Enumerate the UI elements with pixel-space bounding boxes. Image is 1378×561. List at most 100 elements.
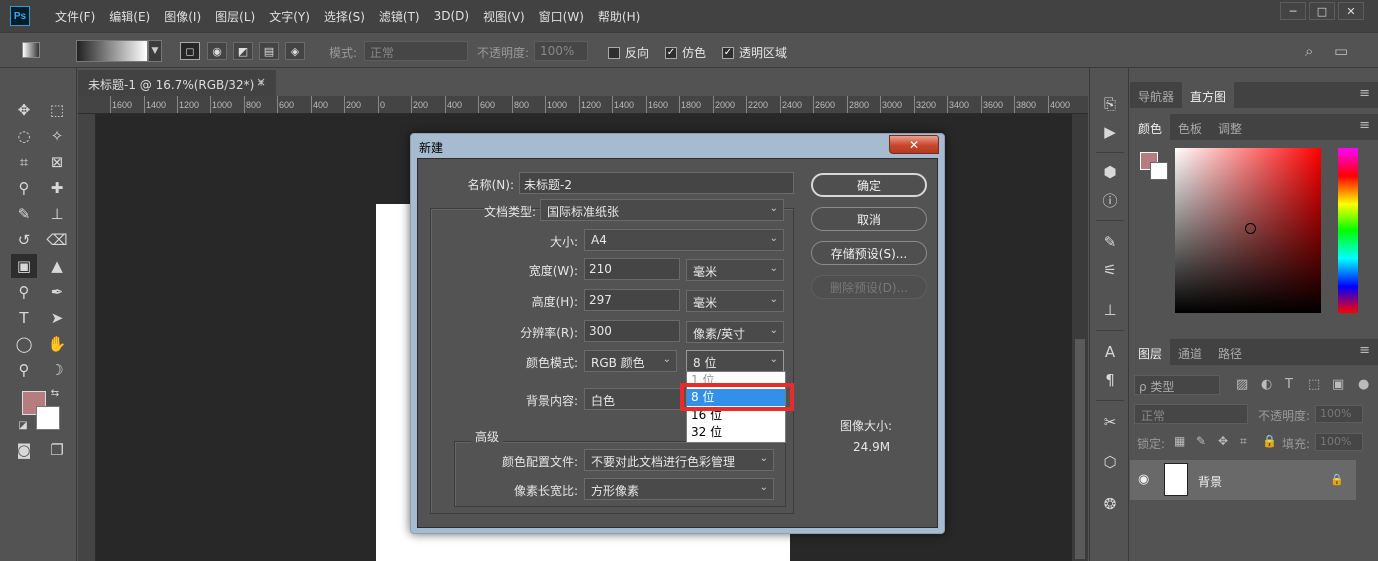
transparency-checkbox[interactable]: ✓ 透明区域	[722, 44, 787, 61]
panel-menu-icon[interactable]: ≡	[1359, 343, 1370, 358]
radial-gradient-icon[interactable]: ◉	[207, 42, 227, 60]
banana-tool-icon[interactable]: ☽	[44, 358, 70, 382]
resolution-unit-select[interactable]: 像素/英寸 ⌄	[686, 321, 784, 343]
hue-slider[interactable]	[1338, 148, 1358, 313]
menu-view[interactable]: 视图(V)	[476, 8, 532, 25]
ellipse-tool-icon[interactable]: ◯	[11, 332, 37, 356]
resolution-input[interactable]: 300	[584, 320, 680, 342]
pen-tool-icon[interactable]: ✒	[44, 280, 70, 304]
panel-menu-icon[interactable]: ≡	[1359, 86, 1370, 101]
color-picker-ring[interactable]	[1245, 223, 1256, 234]
menu-window[interactable]: 窗口(W)	[532, 8, 591, 25]
frame-tool-icon[interactable]: ⊠	[44, 150, 70, 174]
diamond-gradient-icon[interactable]: ◈	[285, 42, 305, 60]
actions-play-icon[interactable]: ▶	[1098, 120, 1122, 144]
minimize-button[interactable]: ─	[1280, 2, 1306, 20]
opacity-input[interactable]: 100%	[534, 41, 588, 61]
magic-wand-tool-icon[interactable]: ✧	[44, 124, 70, 148]
eyedropper-tool-icon[interactable]: ⚲	[11, 176, 37, 200]
history-brush-tool-icon[interactable]: ↺	[11, 228, 37, 252]
clone-source-icon[interactable]: ⊥	[1098, 298, 1122, 322]
tab-swatches[interactable]: 色板	[1170, 114, 1210, 140]
close-window-button[interactable]: ✕	[1338, 2, 1364, 20]
menu-3d[interactable]: 3D(D)	[427, 9, 476, 23]
adjustments-icon[interactable]: ⚟	[1098, 258, 1122, 282]
gradient-tool-icon[interactable]: ▣	[11, 254, 37, 278]
default-colors-icon[interactable]: ◪	[16, 418, 30, 432]
workspace-icon[interactable]: ▭	[1334, 42, 1348, 60]
tools-preset-icon[interactable]: ✂	[1098, 410, 1122, 434]
paragraph-panel-icon[interactable]: ¶	[1098, 368, 1122, 392]
layer-opacity-input[interactable]: 100%	[1315, 405, 1363, 423]
3d-cube-icon[interactable]: ⬡	[1098, 450, 1122, 474]
swap-colors-icon[interactable]: ⇆	[48, 386, 62, 400]
tab-histogram[interactable]: 直方图	[1182, 82, 1235, 108]
stamp-tool-icon[interactable]: ⊥	[44, 202, 70, 226]
type-tool-icon[interactable]: T	[11, 306, 37, 330]
vertical-scrollbar[interactable]	[1072, 114, 1088, 561]
dither-checkbox[interactable]: ✓ 仿色	[665, 44, 706, 61]
size-select[interactable]: A4 ⌄	[584, 229, 784, 251]
width-unit-select[interactable]: 毫米 ⌄	[686, 259, 784, 281]
filter-shape-icon[interactable]: ⬚	[1308, 377, 1320, 392]
marquee-tool-icon[interactable]: ⬚	[44, 98, 70, 122]
cancel-button[interactable]: 取消	[811, 207, 927, 231]
dodge-tool-icon[interactable]: ⚲	[11, 280, 37, 304]
menu-layer[interactable]: 图层(L)	[208, 8, 262, 25]
layer-filter-select[interactable]: ρ 类型	[1134, 375, 1220, 395]
lock-transparent-icon[interactable]: ▦	[1174, 434, 1185, 448]
tab-paths[interactable]: 路径	[1210, 339, 1250, 365]
healing-brush-tool-icon[interactable]: ✚	[44, 176, 70, 200]
search-icon[interactable]: ⌕	[1305, 42, 1313, 60]
linear-gradient-icon[interactable]: ◻	[180, 42, 200, 60]
3d-panel-icon[interactable]: ⬢	[1098, 160, 1122, 184]
height-unit-select[interactable]: 毫米 ⌄	[686, 290, 784, 312]
name-input[interactable]: 未标题-2	[519, 172, 794, 194]
tab-channels[interactable]: 通道	[1170, 339, 1210, 365]
bit-depth-select[interactable]: 8 位 ⌄	[686, 350, 784, 372]
brush-settings-icon[interactable]: ✎	[1098, 230, 1122, 254]
horizontal-ruler[interactable]: 1600 1400 1200 1000 800 600 400 200 0 20…	[78, 96, 1088, 114]
screen-mode-icon[interactable]: ❐	[44, 438, 70, 462]
mode-select[interactable]: 正常	[364, 41, 468, 61]
lasso-tool-icon[interactable]: ◌	[11, 124, 37, 148]
path-selection-tool-icon[interactable]: ➤	[44, 306, 70, 330]
vertical-ruler[interactable]	[78, 114, 96, 561]
history-panel-icon[interactable]: ⎘	[1098, 92, 1122, 116]
pixel-aspect-select[interactable]: 方形像素 ⌄	[584, 478, 774, 500]
reflected-gradient-icon[interactable]: ▤	[259, 42, 279, 60]
eye-icon[interactable]: ◉	[1138, 472, 1149, 487]
menu-edit[interactable]: 编辑(E)	[102, 8, 157, 25]
lock-artboard-icon[interactable]: ⌗	[1240, 434, 1247, 449]
scrollbar-thumb[interactable]	[1075, 339, 1085, 559]
zoom-tool-icon[interactable]: ⚲	[11, 358, 37, 382]
filter-type-icon[interactable]: T	[1285, 377, 1293, 392]
gradient-picker-chevron-icon[interactable]: ▼	[148, 40, 162, 62]
eraser-tool-icon[interactable]: ⌫	[44, 228, 70, 252]
character-panel-icon[interactable]: A	[1098, 340, 1122, 364]
blend-mode-select[interactable]: 正常	[1134, 404, 1248, 424]
gradient-preview[interactable]	[76, 40, 148, 62]
panel-menu-icon[interactable]: ≡	[1359, 118, 1370, 133]
reverse-checkbox[interactable]: 反向	[608, 44, 649, 61]
tab-navigator[interactable]: 导航器	[1130, 82, 1182, 108]
move-tool-icon[interactable]: ✥	[11, 98, 37, 122]
doc-type-select[interactable]: 国际标准纸张 ⌄	[540, 199, 784, 221]
hand-tool-icon[interactable]: ✋	[44, 332, 70, 356]
color-mode-select[interactable]: RGB 颜色 ⌄	[584, 350, 677, 372]
background-select[interactable]: 白色	[584, 388, 682, 410]
height-input[interactable]: 297	[584, 289, 680, 311]
document-tab[interactable]: 未标题-1 @ 16.7%(RGB/32*) * ×	[78, 70, 276, 96]
info-panel-icon[interactable]: ⓘ	[1098, 188, 1122, 212]
crop-tool-icon[interactable]: ⌗	[11, 150, 37, 174]
close-tab-icon[interactable]: ×	[256, 75, 266, 89]
menu-type[interactable]: 文字(Y)	[262, 8, 317, 25]
menu-select[interactable]: 选择(S)	[317, 8, 372, 25]
maximize-button[interactable]: □	[1309, 2, 1335, 20]
ok-button[interactable]: 确定	[811, 173, 927, 197]
quick-mask-icon[interactable]: ◙	[11, 438, 37, 462]
lock-paint-icon[interactable]: ✎	[1196, 434, 1206, 448]
filter-pixel-icon[interactable]: ▨	[1236, 377, 1248, 392]
color-profile-select[interactable]: 不要对此文档进行色彩管理 ⌄	[584, 449, 774, 471]
background-color-swatch[interactable]	[36, 406, 60, 430]
